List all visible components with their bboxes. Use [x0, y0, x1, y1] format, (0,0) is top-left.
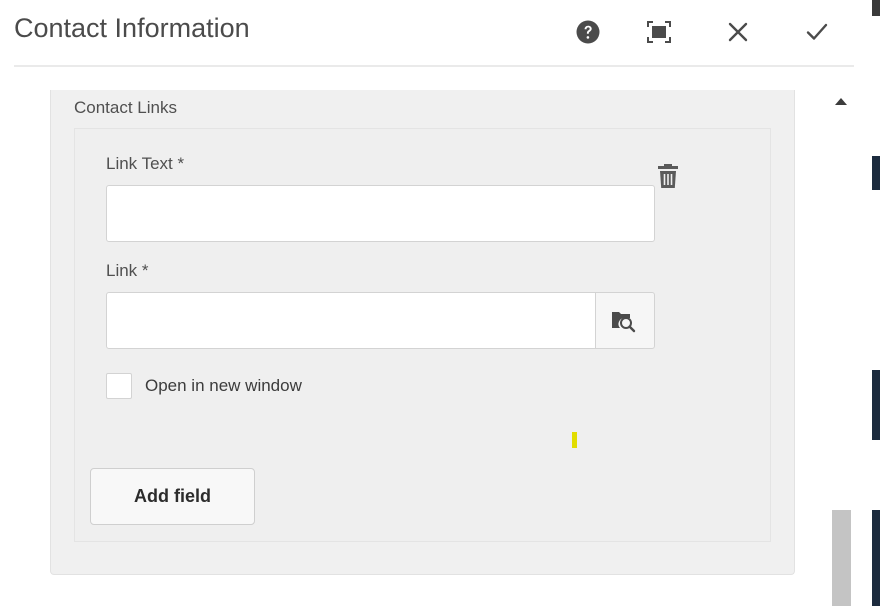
open-in-new-window-checkbox[interactable]: [106, 373, 132, 399]
open-in-new-window-label: Open in new window: [145, 376, 302, 395]
scrollbar[interactable]: [830, 90, 852, 606]
done-button[interactable]: [799, 14, 835, 50]
fullscreen-icon: [647, 21, 671, 43]
dialog-title: Contact Information: [14, 13, 250, 43]
folder-search-icon: [612, 311, 636, 332]
link-text-label: Link Text *: [106, 154, 185, 173]
help-button[interactable]: [570, 14, 606, 50]
cursor-marker: [572, 432, 577, 448]
checkmark-icon: [806, 23, 828, 40]
cancel-button[interactable]: [720, 14, 756, 50]
section-label: Contact Links: [74, 98, 177, 117]
browse-path-button[interactable]: [595, 292, 655, 349]
close-icon: [728, 22, 748, 42]
background-window-edge: [872, 0, 880, 606]
fullscreen-button[interactable]: [641, 14, 677, 50]
add-field-button[interactable]: Add field: [90, 468, 255, 525]
link-label: Link *: [106, 261, 149, 280]
scroll-thumb[interactable]: [832, 510, 851, 606]
scroll-up-arrow-icon[interactable]: [835, 98, 847, 105]
contact-information-dialog: Contact Information Contact Links Link T…: [0, 0, 872, 606]
dialog-header: Contact Information: [14, 0, 854, 67]
contact-links-panel: Contact Links Link Text * Link * Open in…: [50, 90, 795, 575]
link-input[interactable]: [106, 292, 596, 349]
delete-item-button[interactable]: [655, 161, 681, 191]
link-text-input[interactable]: [106, 185, 655, 242]
help-icon: [576, 20, 600, 44]
trash-icon: [658, 164, 678, 188]
